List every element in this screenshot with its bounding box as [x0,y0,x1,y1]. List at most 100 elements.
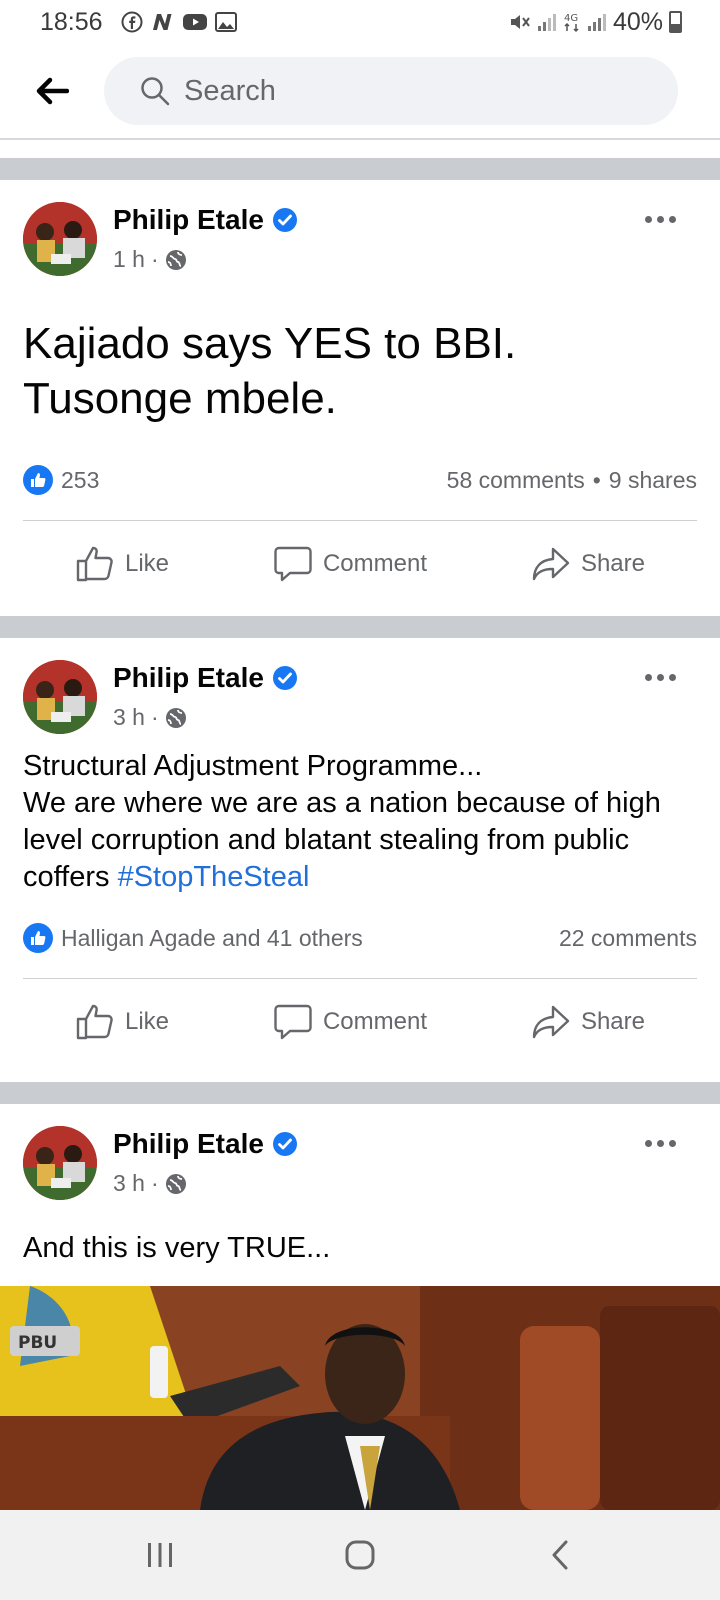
more-options-button[interactable] [641,670,680,685]
post-text: Kajiado says YES to BBI. Tusonge mbele. [23,319,517,423]
youtube-icon [182,13,207,31]
post-card: Philip Etale 3 h · And this is very TRUE… [0,1104,720,1286]
home-button[interactable] [300,1515,420,1595]
top-bar: Search [0,44,720,140]
comment-icon [274,1004,312,1039]
share-arrow-icon [532,547,570,580]
avatar[interactable] [23,202,97,276]
reaction-count[interactable]: 253 [61,467,99,494]
feed-divider [0,158,720,180]
meta-separator: · [150,1170,159,1196]
engagement-counts: 58 comments • 9 shares [447,467,697,494]
share-button[interactable]: Share [511,993,665,1051]
system-nav-bar [0,1510,720,1600]
post-meta: 3 h · [113,704,187,731]
post-time[interactable]: 1 h [113,246,145,273]
engagement-counts: 22 comments [559,925,697,952]
post-time[interactable]: 3 h [113,704,145,731]
arrow-left-icon [36,77,69,105]
home-icon [345,1540,375,1570]
post-text: Structural Adjustment Programme... We ar… [0,748,720,896]
comments-count[interactable]: 58 comments [447,467,585,494]
share-label: Share [580,549,645,577]
action-row: Like Comment Share [23,978,697,1064]
author-row: Philip Etale [113,662,298,694]
globe-icon [165,1173,186,1194]
parliament-photo: PBU [0,1286,720,1510]
avatar[interactable] [23,1126,97,1200]
post-card: Philip Etale 3 h · Structural Adjustment… [0,638,720,1082]
globe-icon [165,249,186,270]
post-meta: 3 h · [113,1170,187,1197]
search-input[interactable]: Search [104,57,678,125]
facebook-icon [121,11,143,33]
notification-icons [121,11,237,33]
action-row: Like Comment Share [23,520,697,606]
feed-divider [0,1082,720,1104]
hashtag-link[interactable]: #StopTheSteal [118,861,310,893]
recent-apps-icon [148,1543,172,1567]
thumbs-up-icon [76,546,113,581]
post-time[interactable]: 3 h [113,1170,145,1197]
globe-icon [165,707,186,728]
back-icon [552,1540,568,1570]
like-reaction-icon [23,923,53,953]
pbu-label: PBU [18,1333,57,1353]
thumbs-up-icon [76,1004,113,1039]
battery-icon [669,11,682,33]
feed-divider [0,616,720,638]
post-header: Philip Etale 3 h · [0,1104,720,1200]
shares-count[interactable]: 9 shares [609,467,697,494]
author-name[interactable]: Philip Etale [113,1128,264,1160]
avatar[interactable] [23,660,97,734]
comment-icon [274,546,312,581]
comment-label: Comment [322,549,427,577]
like-label: Like [124,549,169,577]
author-row: Philip Etale [113,1128,298,1160]
comment-button[interactable]: Comment [253,535,447,593]
like-button[interactable]: Like [55,535,189,593]
comment-button[interactable]: Comment [253,993,447,1051]
share-button[interactable]: Share [511,535,665,593]
signal-icon-2 [587,12,607,32]
author-name[interactable]: Philip Etale [113,662,264,694]
verified-badge-icon [272,207,298,233]
like-label: Like [124,1007,169,1035]
like-reaction-icon [23,465,53,495]
search-icon [141,77,170,106]
search-placeholder: Search [184,74,276,107]
gallery-icon [214,12,237,32]
post-photo[interactable]: PBU [0,1286,720,1510]
post-header: Philip Etale 1 h · [0,180,720,276]
svg-text:4G: 4G [564,13,578,24]
back-button[interactable] [0,43,104,139]
more-options-button[interactable] [641,1136,680,1151]
share-label: Share [580,1007,645,1035]
share-arrow-icon [532,1005,570,1038]
status-time: 18:56 [40,7,103,36]
status-left: 18:56 [40,8,237,37]
verified-badge-icon [272,1131,298,1157]
signal-icon [537,12,557,32]
author-row: Philip Etale [113,204,298,236]
system-back-button[interactable] [500,1515,620,1595]
meta-separator: · [150,246,159,272]
reactions-row: 253 58 comments • 9 shares [23,460,697,500]
status-bar: 18:56 4G 40% [0,0,720,44]
post-header: Philip Etale 3 h · [0,638,720,734]
comments-count[interactable]: 22 comments [559,925,697,952]
battery-percent: 40% [612,7,663,36]
counts-separator: • [592,466,601,493]
reaction-summary[interactable]: Halligan Agade and 41 others [61,925,363,952]
meta-separator: · [150,704,159,730]
post-card: Philip Etale 1 h · Kajiado says YES to B… [0,180,720,616]
like-button[interactable]: Like [55,993,189,1051]
author-name[interactable]: Philip Etale [113,204,264,236]
n-app-icon [151,12,175,32]
recent-apps-button[interactable] [100,1515,220,1595]
post-meta: 1 h · [113,246,187,273]
4g-icon: 4G [563,11,581,33]
more-options-button[interactable] [641,212,680,227]
verified-badge-icon [272,665,298,691]
reactions-row: Halligan Agade and 41 others 22 comments [23,918,697,958]
